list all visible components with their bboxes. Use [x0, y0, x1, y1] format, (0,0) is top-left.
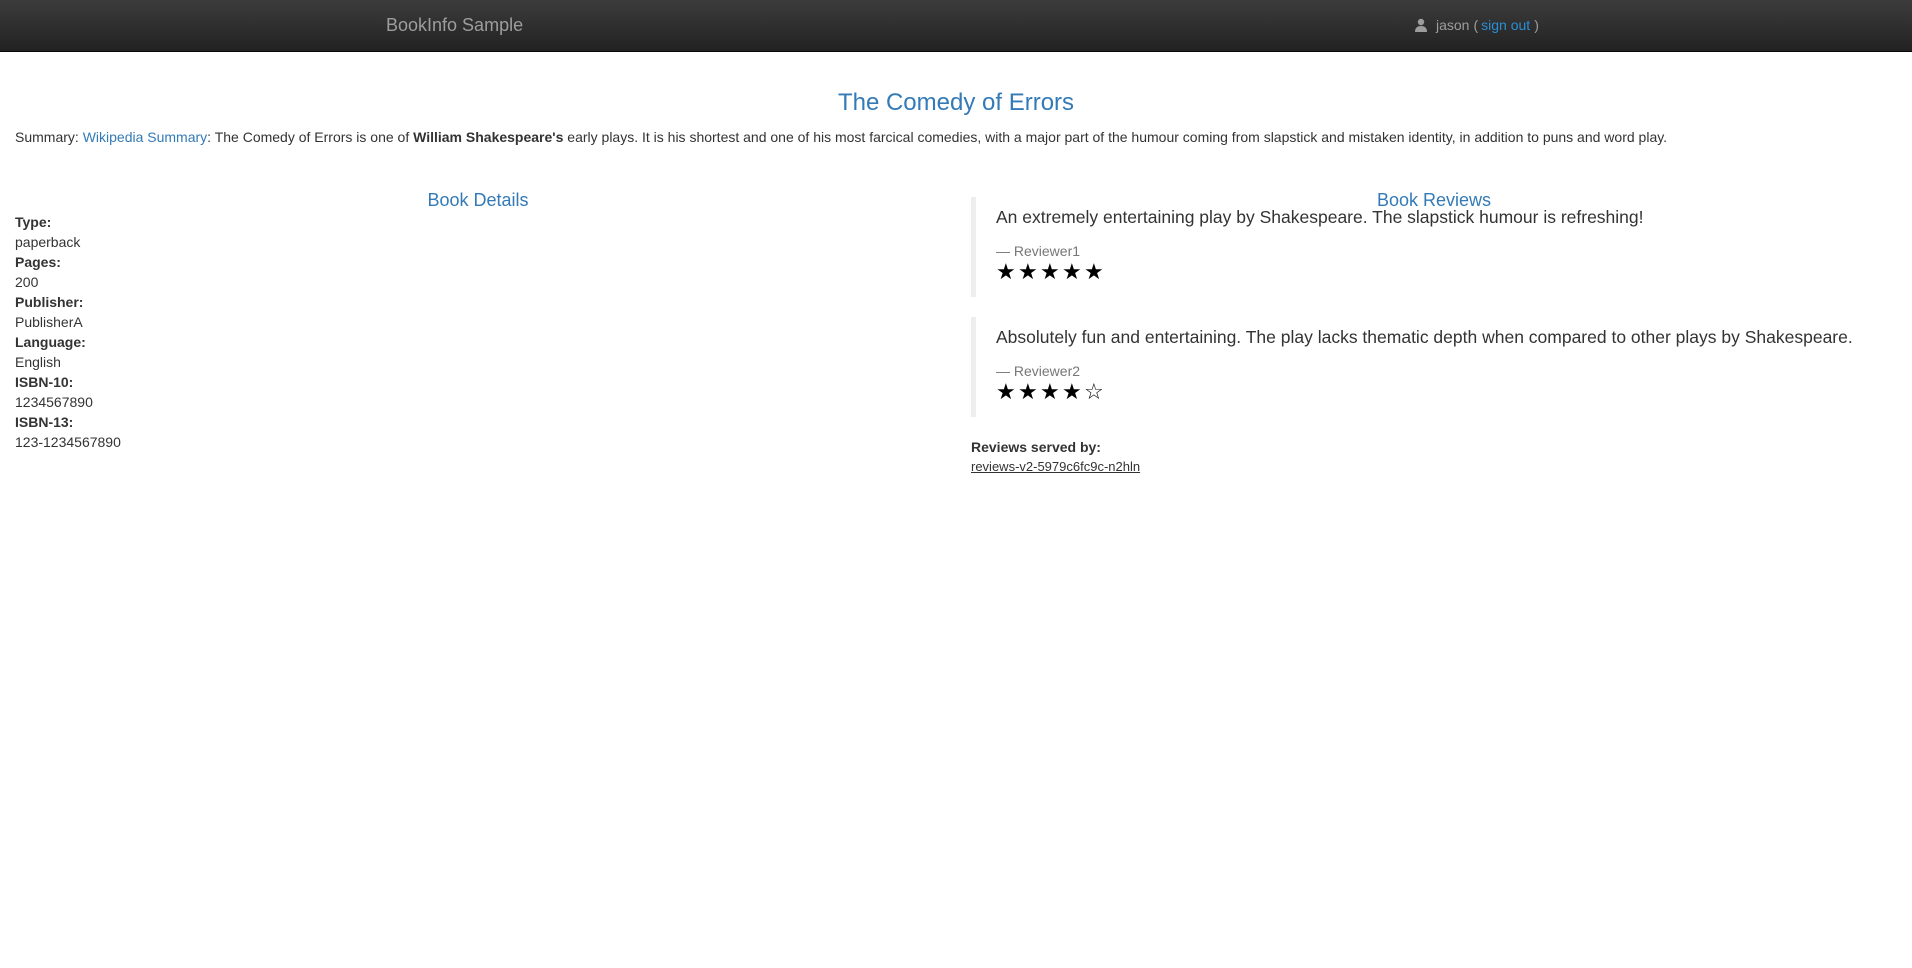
reviews-served-by-host: reviews-v2-5979c6fc9c-n2hln	[971, 459, 1141, 474]
review-text: An extremely entertaining play by Shakes…	[996, 207, 1644, 227]
review-text: Absolutely fun and entertaining. The pla…	[996, 327, 1853, 347]
close-paren: )	[1534, 17, 1539, 33]
open-paren: (	[1473, 17, 1479, 33]
reviews-served-by-label: Reviews served by:	[971, 439, 1101, 455]
book-details-list: Type: paperback Pages: 200 Publisher: Pu…	[15, 212, 915, 452]
star-empty-icon: ☆	[1084, 379, 1105, 404]
summary-bold-author: William Shakespeare's	[413, 129, 564, 145]
user-area: jason ( sign out )	[1414, 16, 1539, 34]
summary-label: Summary:	[15, 129, 79, 145]
summary-text-end: early plays. It is his shortest and one …	[567, 129, 1668, 145]
reviewer-name: — Reviewer2	[996, 363, 1081, 379]
review-card: Absolutely fun and entertaining. The pla…	[971, 317, 1912, 417]
detail-value-isbn10: 1234567890	[15, 394, 93, 410]
star-rating: ★ ★ ★ ★ ☆	[996, 380, 1912, 404]
brand-link[interactable]: BookInfo Sample	[386, 14, 523, 36]
wikipedia-summary-link[interactable]: Wikipedia Summary	[83, 129, 207, 145]
star-filled-icon: ★	[996, 379, 1017, 404]
user-icon	[1414, 18, 1428, 32]
detail-value-isbn13: 123-1234567890	[15, 434, 121, 450]
book-summary: Summary: Wikipedia Summary: The Comedy o…	[15, 128, 1895, 146]
username: jason	[1436, 17, 1470, 33]
detail-value-type: paperback	[15, 234, 81, 250]
star-filled-icon: ★	[1040, 259, 1061, 284]
detail-label-type: Type:	[15, 214, 52, 230]
book-title: The Comedy of Errors	[837, 89, 1075, 116]
star-filled-icon: ★	[1084, 259, 1105, 284]
star-filled-icon: ★	[996, 259, 1017, 284]
reviewer-name: — Reviewer1	[996, 243, 1081, 259]
star-filled-icon: ★	[1018, 379, 1039, 404]
sign-out-link[interactable]: sign out	[1481, 16, 1530, 34]
star-filled-icon: ★	[1040, 379, 1061, 404]
detail-label-isbn10: ISBN-10:	[15, 374, 74, 390]
detail-label-publisher: Publisher:	[15, 294, 84, 310]
star-filled-icon: ★	[1062, 379, 1083, 404]
star-rating: ★ ★ ★ ★ ★	[996, 260, 1912, 284]
book-details-heading: Book Details	[427, 189, 529, 210]
star-filled-icon: ★	[1018, 259, 1039, 284]
detail-value-language: English	[15, 354, 61, 370]
detail-value-publisher: PublisherA	[15, 314, 83, 330]
detail-label-language: Language:	[15, 334, 86, 350]
star-filled-icon: ★	[1062, 259, 1083, 284]
review-card: An extremely entertaining play by Shakes…	[971, 197, 1912, 297]
navbar: BookInfo Sample jason ( sign out )	[0, 0, 1912, 52]
summary-text-start: : The Comedy of Errors is one of	[207, 129, 410, 145]
detail-label-pages: Pages:	[15, 254, 61, 270]
detail-value-pages: 200	[15, 274, 39, 290]
detail-label-isbn13: ISBN-13:	[15, 414, 74, 430]
